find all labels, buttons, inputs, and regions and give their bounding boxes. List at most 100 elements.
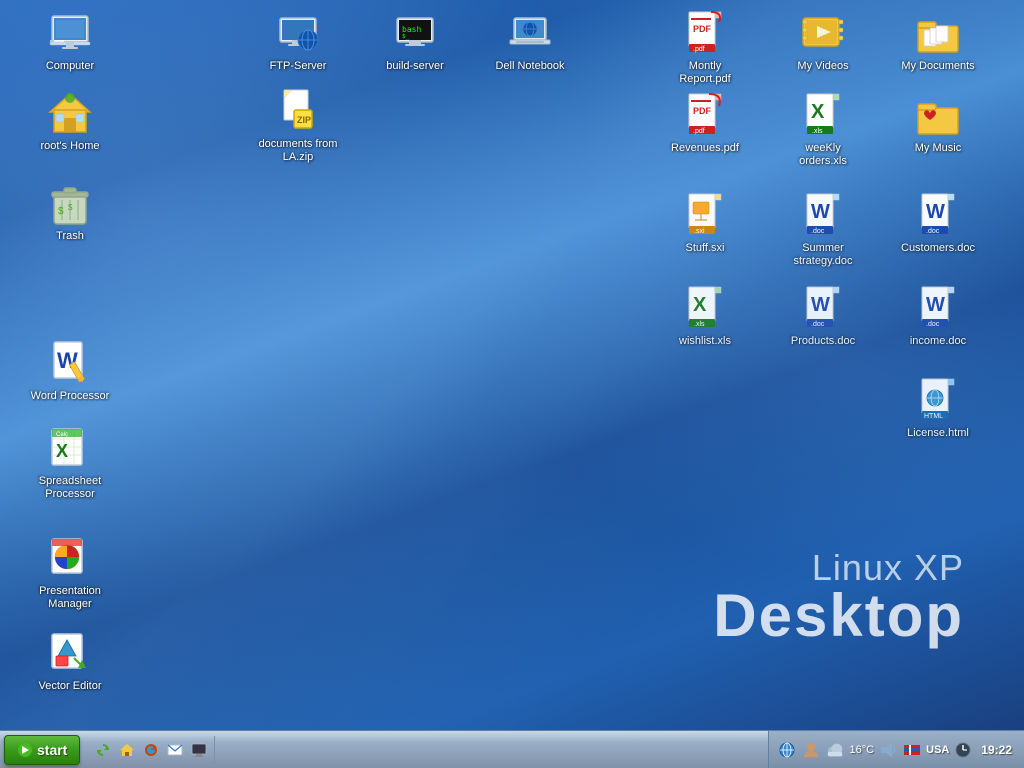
trash-label: Trash [56,230,84,243]
income-doc-label: income.doc [910,335,966,348]
quick-launch-firefox[interactable] [140,739,162,761]
svg-text:W: W [811,294,830,316]
icon-spreadsheet-processor[interactable]: X Calc Spreadsheet Processor [30,425,110,501]
start-button[interactable]: start [4,735,80,765]
system-tray: 16°C USA [768,731,1024,768]
weekly-orders-label: weeKly orders.xls [783,142,863,168]
svg-text:W: W [926,201,945,223]
monthly-report-icon: PDF .pdf [681,10,729,58]
icon-vector-editor[interactable]: Vector Editor [30,630,110,693]
summer-strategy-label: Summer strategy.doc [783,242,863,268]
icon-wishlist-xls[interactable]: X .xls wishlist.xls [665,285,745,348]
svg-text:Calc: Calc [56,432,68,438]
weekly-orders-icon: X .xls [799,92,847,140]
svg-text:X: X [56,441,68,461]
svg-text:.doc: .doc [926,321,940,328]
tray-time: 19:22 [977,743,1016,757]
summer-strategy-icon: W .doc [799,192,847,240]
icon-trash[interactable]: $ $ Trash [30,180,110,243]
desktop-icons-container: Computer FTP-Server [0,0,1024,730]
svg-text:X: X [693,294,707,316]
vector-editor-icon [46,630,94,678]
dell-notebook-icon [506,10,554,58]
revenues-pdf-label: Revenues.pdf [671,142,739,155]
license-html-label: License.html [907,427,969,440]
taskbar: start [0,730,1024,768]
trash-icon: $ $ [46,180,94,228]
svg-text:ZIP: ZIP [297,115,311,125]
svg-text:.xls: .xls [694,321,705,328]
svg-text:PDF: PDF [693,106,712,116]
icon-license-html[interactable]: HTML License.html [898,377,978,440]
svg-text:.doc: .doc [811,228,825,235]
my-videos-label: My Videos [797,60,848,73]
ftp-server-icon [274,10,322,58]
build-server-label: build-server [386,60,443,73]
stuff-sxi-label: Stuff.sxi [686,242,725,255]
monthly-report-label: Montly Report.pdf [665,60,745,86]
tray-weather-icon[interactable] [825,740,845,760]
ftp-server-label: FTP-Server [270,60,327,73]
svg-text:W: W [926,294,945,316]
svg-text:.doc: .doc [811,321,825,328]
icon-presentation-manager[interactable]: Presentation Manager [30,535,110,611]
start-label: start [37,742,67,758]
my-music-icon [914,92,962,140]
tray-speaker-icon[interactable] [878,740,898,760]
icon-my-documents[interactable]: My Documents [898,10,978,73]
tray-keyboard-icon[interactable] [902,740,922,760]
icon-summer-strategy[interactable]: W .doc Summer strategy.doc [783,192,863,268]
quick-launch-home[interactable] [116,739,138,761]
svg-text:HTML: HTML [924,413,943,420]
icon-roots-home[interactable]: root's Home [30,90,110,153]
revenues-pdf-icon: PDF .pdf [681,92,729,140]
income-doc-icon: W .doc [914,285,962,333]
quick-launch-screen[interactable] [188,739,210,761]
spreadsheet-processor-icon: X Calc [46,425,94,473]
computer-label: Computer [46,60,94,73]
icon-products-doc[interactable]: W .doc Products.doc [783,285,863,348]
icon-income-doc[interactable]: W .doc income.doc [898,285,978,348]
stuff-sxi-icon: .sxi [681,192,729,240]
icon-my-music[interactable]: My Music [898,92,978,155]
computer-icon [46,10,94,58]
svg-text:.doc: .doc [926,228,940,235]
presentation-manager-icon [46,535,94,583]
quick-launch-bar [88,736,215,764]
icon-ftp-server[interactable]: FTP-Server [258,10,338,73]
svg-text:$: $ [68,203,73,212]
customers-doc-icon: W .doc [914,192,962,240]
my-music-label: My Music [915,142,961,155]
icon-revenues-pdf[interactable]: PDF .pdf Revenues.pdf [665,92,745,155]
icon-monthly-report[interactable]: PDF .pdf Montly Report.pdf [665,10,745,86]
vector-editor-label: Vector Editor [39,680,102,693]
tray-network-icon[interactable] [777,740,797,760]
icon-documents-la[interactable]: ZIP documents from LA.zip [258,88,338,164]
presentation-manager-label: Presentation Manager [30,585,110,611]
icon-build-server[interactable]: bash $_ build-server [375,10,455,73]
svg-text:.pdf: .pdf [693,46,705,53]
license-html-icon: HTML [914,377,962,425]
svg-text:.sxi: .sxi [694,228,705,235]
my-documents-icon [914,10,962,58]
svg-text:X: X [811,101,825,123]
my-documents-label: My Documents [901,60,974,73]
icon-computer[interactable]: Computer [30,10,110,73]
tray-clock-icon[interactable] [953,740,973,760]
documents-la-label: documents from LA.zip [258,138,338,164]
tray-user-icon[interactable] [801,740,821,760]
quick-launch-email[interactable] [164,739,186,761]
icon-dell-notebook[interactable]: Dell Notebook [490,10,570,73]
icon-customers-doc[interactable]: W .doc Customers.doc [898,192,978,255]
customers-doc-label: Customers.doc [901,242,975,255]
wishlist-xls-icon: X .xls [681,285,729,333]
icon-my-videos[interactable]: My Videos [783,10,863,73]
roots-home-label: root's Home [41,140,100,153]
icon-weekly-orders[interactable]: X .xls weeKly orders.xls [783,92,863,168]
dell-notebook-label: Dell Notebook [495,60,564,73]
quick-launch-refresh[interactable] [92,739,114,761]
desktop: Linux XP Desktop [0,0,1024,730]
icon-stuff-sxi[interactable]: .sxi Stuff.sxi [665,192,745,255]
icon-word-processor[interactable]: W Word Processor [30,340,110,403]
my-videos-icon [799,10,847,58]
